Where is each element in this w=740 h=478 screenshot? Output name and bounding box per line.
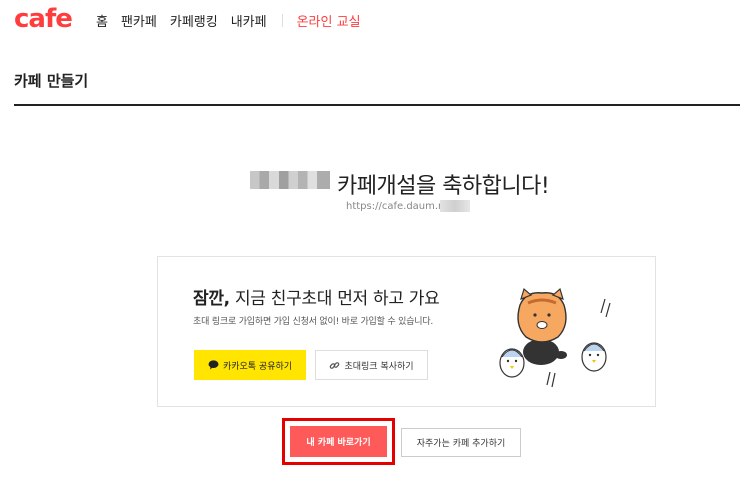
- invite-title: 잠깐, 지금 친구초대 먼저 하고 가요: [193, 284, 440, 309]
- nav-fan-cafe[interactable]: 팬카페: [121, 11, 157, 30]
- invite-card: 잠깐, 지금 친구초대 먼저 하고 가요 초대 링크로 가입하면 가입 신청서 …: [157, 256, 656, 407]
- copy-invite-link-label: 초대링크 복사하기: [344, 361, 414, 372]
- main-nav: 홈 팬카페 카페랭킹 내카페 온라인 교실: [96, 11, 361, 30]
- nav-online-class[interactable]: 온라인 교실: [297, 11, 361, 30]
- cafe-url-redacted: [440, 200, 470, 212]
- invite-title-bold: 잠깐,: [193, 289, 230, 309]
- go-to-my-cafe-button[interactable]: 내 카페 바로가기: [290, 426, 387, 457]
- cafe-url[interactable]: https://cafe.daum.net: [346, 201, 454, 212]
- link-icon: [330, 361, 340, 369]
- invite-title-text: 지금 친구초대 먼저 하고 가요: [229, 289, 440, 309]
- congrats-message: 카페개설을 축하합니다!: [337, 174, 550, 199]
- kakao-share-button[interactable]: 카카오톡 공유하기: [194, 350, 306, 380]
- page-title: 카페 만들기: [14, 72, 89, 90]
- cafe-name-redacted: [250, 171, 330, 189]
- speech-bubble-icon: [208, 360, 219, 370]
- add-favorite-cafe-button[interactable]: 자주가는 카페 추가하기: [401, 428, 521, 457]
- copy-invite-link-button[interactable]: 초대링크 복사하기: [315, 350, 428, 380]
- title-divider: [14, 104, 740, 106]
- nav-my-cafe[interactable]: 내카페: [231, 11, 267, 30]
- nav-cafe-ranking[interactable]: 카페랭킹: [170, 11, 218, 30]
- nav-home[interactable]: 홈: [96, 11, 108, 30]
- mascot-illustration: [499, 287, 611, 388]
- cafe-logo[interactable]: cafe: [14, 4, 73, 34]
- invite-description: 초대 링크로 가입하면 가입 신청서 없이! 바로 가입할 수 있습니다.: [193, 317, 434, 327]
- kakao-share-label: 카카오톡 공유하기: [222, 361, 293, 372]
- nav-divider: [281, 14, 283, 27]
